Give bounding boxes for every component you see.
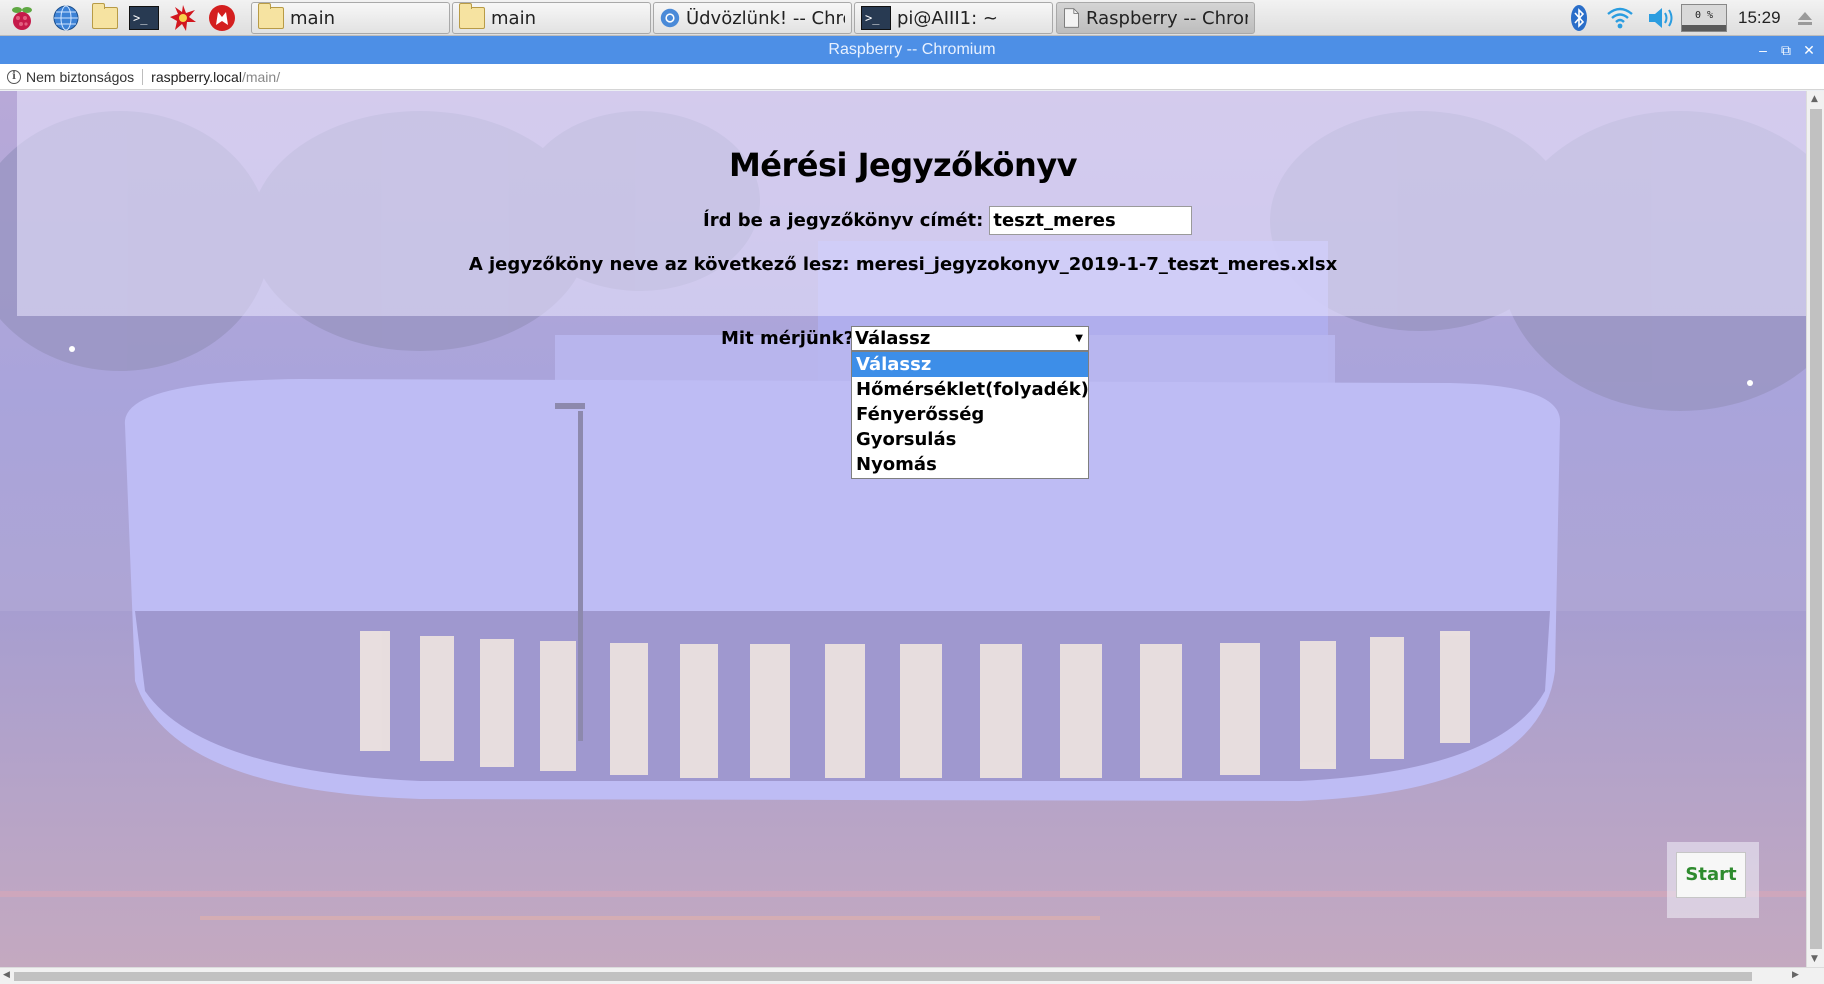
bluetooth-icon[interactable] — [1568, 3, 1590, 33]
cpu-label: 0 % — [1694, 10, 1714, 21]
folder-icon — [258, 3, 284, 29]
measure-select[interactable]: Válassz ▼ — [851, 326, 1089, 351]
horizontal-scrollbar[interactable]: ◀ ▶ — [0, 967, 1824, 984]
clock[interactable]: 15:29 — [1738, 0, 1781, 36]
url-host[interactable]: raspberry.local — [151, 69, 242, 85]
start-button[interactable]: Start — [1676, 852, 1746, 898]
raspberry-menu-icon[interactable] — [6, 3, 38, 33]
url-bar[interactable]: i Nem biztonságos raspberry.local/main/ — [0, 64, 1824, 90]
task-label: pi@AIII1: ~ — [897, 7, 998, 29]
horizontal-scroll-thumb[interactable] — [14, 972, 1752, 981]
scroll-down-icon[interactable]: ▼ — [1811, 954, 1818, 964]
wolfram-icon[interactable] — [206, 3, 238, 33]
security-status[interactable]: Nem biztonságos — [26, 69, 134, 85]
terminal-icon[interactable]: >_ — [128, 3, 160, 33]
task-label: Raspberry -- Chromiu... — [1086, 7, 1248, 29]
eject-icon[interactable] — [1794, 3, 1816, 33]
option-nyomas[interactable]: Nyomás — [852, 452, 1088, 477]
taskbar: >_ main main Üdvözlünk! -- Chromi... >_ … — [0, 0, 1824, 36]
minimize-icon[interactable]: ‒ — [1753, 36, 1773, 64]
taskbar-task-raspberry-chromium[interactable]: Raspberry -- Chromiu... — [1056, 2, 1255, 34]
option-gyorsulas[interactable]: Gyorsulás — [852, 427, 1088, 452]
vertical-scrollbar[interactable]: ▲ ▼ — [1806, 91, 1824, 967]
report-name-input[interactable] — [989, 206, 1193, 235]
vertical-scroll-thumb[interactable] — [1810, 109, 1822, 949]
taskbar-task-main-1[interactable]: main — [251, 2, 450, 34]
task-label: main — [491, 7, 536, 29]
option-valassz[interactable]: Válassz — [852, 352, 1088, 377]
file-manager-icon[interactable] — [89, 3, 121, 33]
close-icon[interactable]: ✕ — [1799, 36, 1819, 64]
measure-dropdown-list: Válassz Hőmérséklet(folyadék) Fényerőssé… — [851, 351, 1089, 479]
filename-preview: A jegyzőköny neve az következő lesz: mer… — [468, 254, 1338, 275]
page-title: Mérési Jegyzőkönyv — [728, 146, 1078, 184]
wifi-icon[interactable] — [1604, 3, 1636, 33]
restore-icon[interactable]: ⧉ — [1776, 36, 1796, 64]
url-path[interactable]: /main/ — [242, 69, 280, 85]
folder-icon — [459, 3, 485, 29]
taskbar-task-main-2[interactable]: main — [452, 2, 651, 34]
option-homerseklet[interactable]: Hőmérséklet(folyadék) — [852, 377, 1089, 402]
terminal-icon: >_ — [861, 6, 891, 30]
chromium-icon — [660, 8, 680, 28]
report-name-row: Írd be a jegyzőkönyv címét: — [703, 206, 1193, 235]
mathematica-icon[interactable] — [167, 3, 199, 33]
window-title: Raspberry -- Chromium — [828, 41, 996, 58]
info-icon[interactable]: i — [7, 69, 21, 84]
scroll-left-icon[interactable]: ◀ — [3, 970, 10, 980]
taskbar-task-chromium-welcome[interactable]: Üdvözlünk! -- Chromi... — [653, 2, 852, 34]
window-titlebar[interactable]: Raspberry -- Chromium ‒ ⧉ ✕ — [0, 36, 1824, 64]
scroll-up-icon[interactable]: ▲ — [1811, 94, 1818, 104]
scroll-right-icon[interactable]: ▶ — [1792, 970, 1799, 980]
web-browser-icon[interactable] — [50, 3, 82, 33]
measure-label: Mit mérjünk? — [721, 328, 855, 349]
header-panel — [17, 91, 1806, 316]
cpu-monitor[interactable]: 0 % — [1680, 3, 1728, 33]
task-label: main — [290, 7, 335, 29]
volume-icon[interactable] — [1645, 3, 1677, 33]
start-button-container: Start — [1667, 842, 1759, 918]
measure-select-value: Válassz — [855, 328, 931, 349]
page-viewport: Mérési Jegyzőkönyv Írd be a jegyzőkönyv … — [0, 91, 1806, 967]
folder-icon — [92, 3, 118, 29]
chevron-down-icon: ▼ — [1075, 333, 1083, 344]
option-fenyeresseg[interactable]: Fényerősség — [852, 402, 1088, 427]
url-separator — [142, 68, 144, 85]
document-icon — [1064, 8, 1079, 28]
taskbar-task-terminal[interactable]: >_ pi@AIII1: ~ — [854, 2, 1053, 34]
report-name-label: Írd be a jegyzőkönyv címét: — [703, 210, 984, 231]
task-label: Üdvözlünk! -- Chromi... — [685, 7, 845, 29]
